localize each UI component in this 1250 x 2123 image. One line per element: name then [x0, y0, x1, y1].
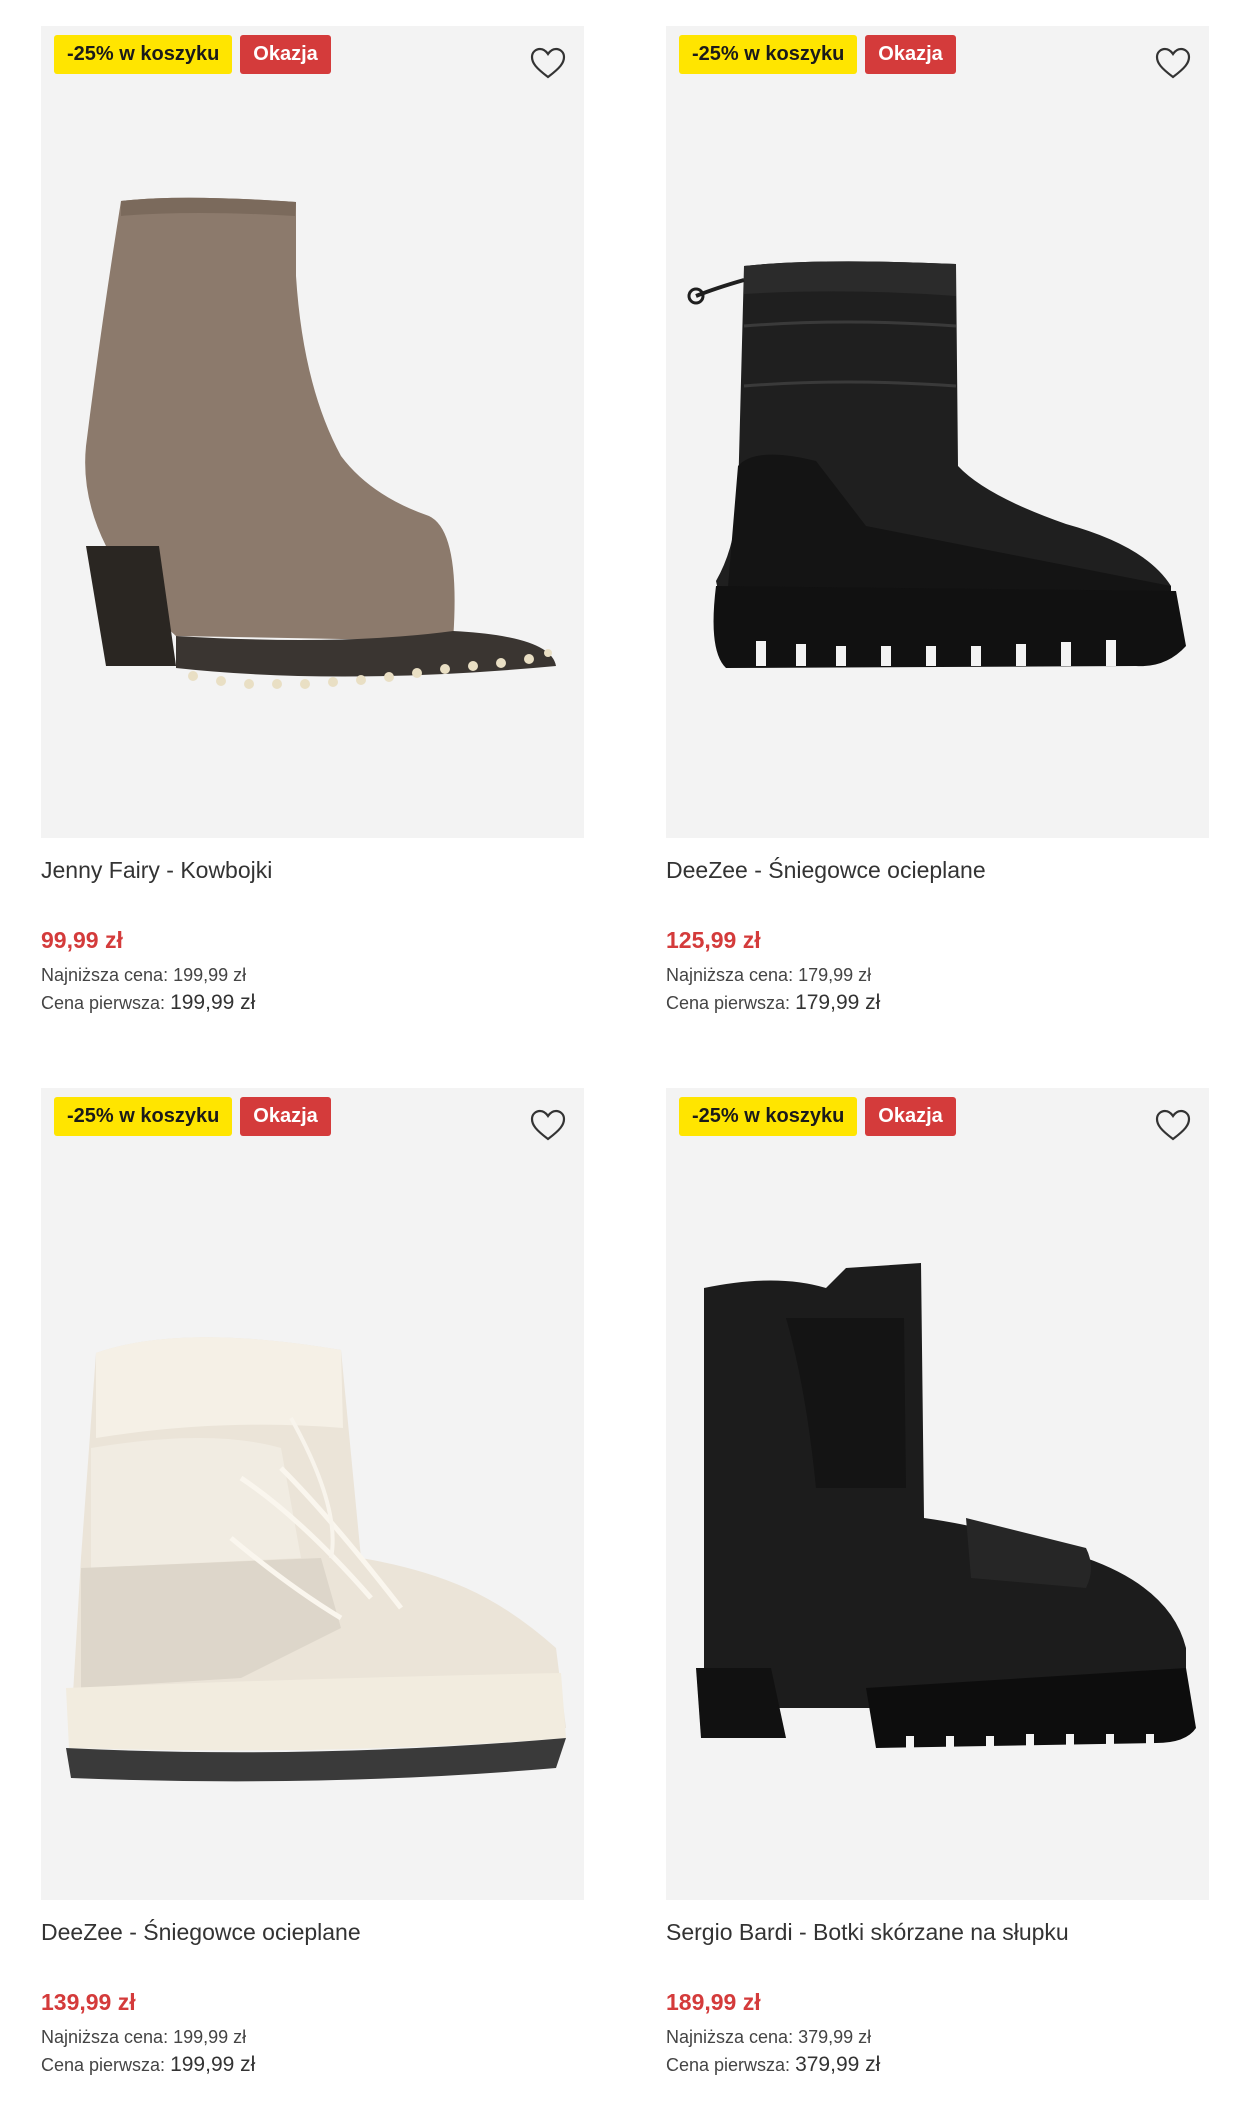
- lowest-price-value: 179,99 zł: [798, 965, 872, 985]
- heart-icon[interactable]: [1153, 1106, 1193, 1146]
- original-price-label: Cena pierwsza:: [666, 993, 791, 1013]
- original-price-label: Cena pierwsza:: [41, 2055, 166, 2075]
- heart-icon[interactable]: [528, 44, 568, 84]
- heart-icon[interactable]: [1153, 44, 1193, 84]
- product-price: 99,99 zł: [41, 927, 123, 953]
- product-image[interactable]: -25% w koszyku Okazja: [666, 1088, 1209, 1900]
- black-snow-boot-icon: [687, 261, 1186, 668]
- black-leather-ankle-boot-icon: [696, 1263, 1196, 1750]
- deal-badge: Okazja: [240, 35, 331, 74]
- product-name[interactable]: Jenny Fairy - Kowbojki: [41, 855, 584, 885]
- product-image[interactable]: -25% w koszyku Okazja: [666, 26, 1209, 838]
- taupe-cowboy-boot-icon: [85, 197, 556, 689]
- deal-badge: Okazja: [865, 1097, 956, 1136]
- lowest-price-value: 199,99 zł: [173, 965, 247, 985]
- promo-badge: -25% w koszyku: [679, 1097, 858, 1136]
- deal-badge: Okazja: [240, 1097, 331, 1136]
- product-image[interactable]: -25% w koszyku Okazja: [41, 1088, 584, 1900]
- original-price-row: Cena pierwsza: 199,99 zł: [41, 989, 584, 1017]
- product-name[interactable]: Sergio Bardi - Botki skórzane na słupku: [666, 1917, 1209, 1947]
- original-price-label: Cena pierwsza:: [41, 993, 166, 1013]
- product-price: 125,99 zł: [666, 927, 761, 953]
- product-card[interactable]: -25% w koszyku Okazja Sergio Bardi - Bot…: [666, 1088, 1209, 2079]
- promo-badge: -25% w koszyku: [679, 35, 858, 74]
- original-price-value: 379,99 zł: [795, 2053, 881, 2076]
- original-price-value: 199,99 zł: [170, 2053, 256, 2076]
- lowest-price-row: Najniższa cena: 199,99 zł: [41, 961, 584, 989]
- lowest-price-label: Najniższa cena:: [666, 2027, 794, 2047]
- lowest-price-value: 199,99 zł: [173, 2027, 247, 2047]
- lowest-price-label: Najniższa cena:: [41, 965, 169, 985]
- white-snow-boot-icon: [66, 1337, 566, 1782]
- heart-icon[interactable]: [528, 1106, 568, 1146]
- product-image[interactable]: -25% w koszyku Okazja: [41, 26, 584, 838]
- product-name[interactable]: DeeZee - Śniegowce ocieplane: [666, 855, 1209, 885]
- original-price-row: Cena pierwsza: 379,99 zł: [666, 2051, 1209, 2079]
- original-price-row: Cena pierwsza: 179,99 zł: [666, 989, 1209, 1017]
- product-card[interactable]: -25% w koszyku Okazja DeeZee - Śniegowce…: [666, 26, 1209, 1017]
- lowest-price-label: Najniższa cena:: [41, 2027, 169, 2047]
- promo-badge: -25% w koszyku: [54, 1097, 233, 1136]
- original-price-label: Cena pierwsza:: [666, 2055, 791, 2075]
- lowest-price-row: Najniższa cena: 199,99 zł: [41, 2023, 584, 2051]
- original-price-value: 199,99 zł: [170, 991, 256, 1014]
- deal-badge: Okazja: [865, 35, 956, 74]
- original-price-value: 179,99 zł: [795, 991, 881, 1014]
- product-price: 189,99 zł: [666, 1989, 761, 2015]
- product-name[interactable]: DeeZee - Śniegowce ocieplane: [41, 1917, 584, 1947]
- product-card[interactable]: -25% w koszyku Okazja DeeZee - Śniegowce…: [41, 1088, 584, 2079]
- promo-badge: -25% w koszyku: [54, 35, 233, 74]
- product-card[interactable]: -25% w koszyku Okazja Jenny Fairy - Kowb…: [41, 26, 584, 1017]
- original-price-row: Cena pierwsza: 199,99 zł: [41, 2051, 584, 2079]
- lowest-price-label: Najniższa cena:: [666, 965, 794, 985]
- product-price: 139,99 zł: [41, 1989, 136, 2015]
- lowest-price-row: Najniższa cena: 379,99 zł: [666, 2023, 1209, 2051]
- lowest-price-row: Najniższa cena: 179,99 zł: [666, 961, 1209, 989]
- lowest-price-value: 379,99 zł: [798, 2027, 872, 2047]
